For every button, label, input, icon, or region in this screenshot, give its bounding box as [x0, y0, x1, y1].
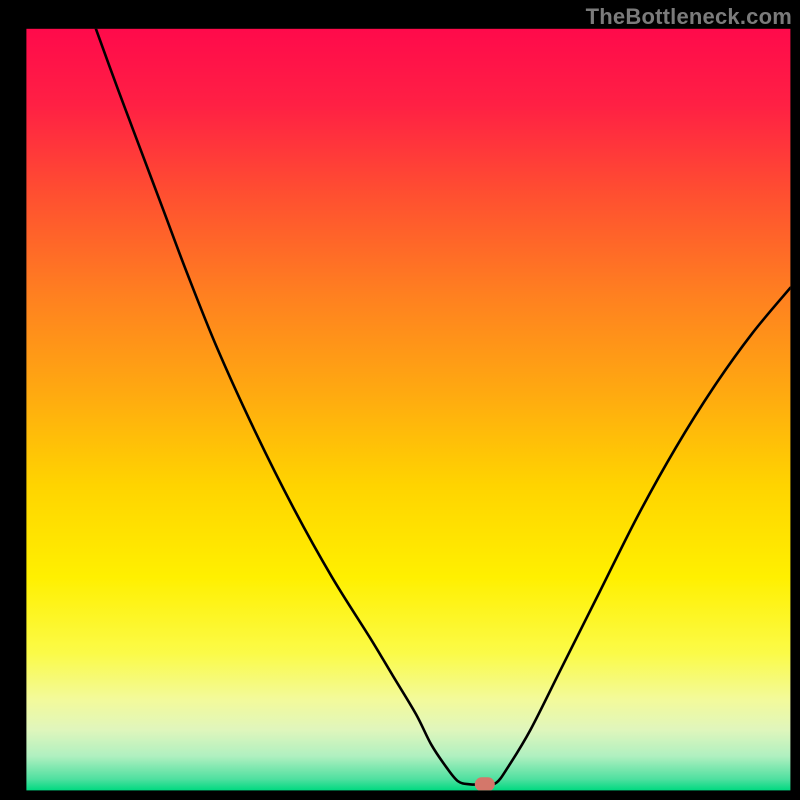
watermark-text: TheBottleneck.com: [586, 4, 792, 30]
chart-background-gradient: [26, 29, 790, 791]
bottleneck-curve-chart: [0, 0, 800, 800]
chart-container: [0, 0, 800, 800]
optimal-point-marker: [475, 777, 495, 791]
